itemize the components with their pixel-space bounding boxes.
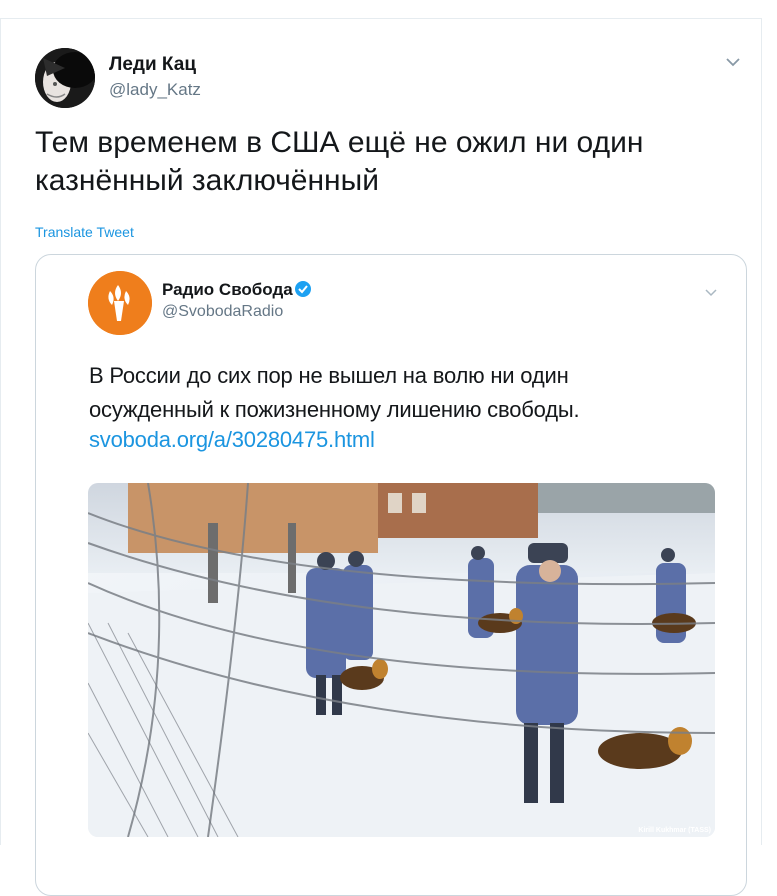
quoted-tweet-text: В России до сих пор не вышел на волю ни … bbox=[89, 363, 580, 422]
quoted-tweet[interactable]: Радио Свобода @SvobodaRadio В России до … bbox=[35, 254, 747, 896]
chevron-down-icon[interactable] bbox=[704, 285, 718, 299]
tweet[interactable]: Леди Кац @lady_Katz Тем временем в США е… bbox=[0, 18, 762, 896]
chevron-down-icon[interactable] bbox=[725, 54, 741, 70]
quoted-author-name[interactable]: Радио Свобода bbox=[162, 280, 293, 300]
radio-svoboda-logo[interactable] bbox=[88, 271, 152, 335]
author-handle[interactable]: @lady_Katz bbox=[109, 80, 201, 100]
translate-tweet-link[interactable]: Translate Tweet bbox=[35, 224, 134, 240]
tweet-photo[interactable]: Kirill Kukhmar (TASS) bbox=[88, 483, 715, 837]
verified-badge-icon bbox=[294, 280, 312, 298]
tweet-text: Тем временем в США ещё не ожил ни один к… bbox=[35, 126, 644, 197]
previous-tweet-divider bbox=[0, 0, 762, 19]
avatar[interactable] bbox=[35, 48, 95, 108]
author-name[interactable]: Леди Кац bbox=[109, 54, 196, 76]
quoted-tweet-link[interactable]: svoboda.org/a/30280475.html bbox=[89, 427, 375, 453]
photo-credit: Kirill Kukhmar (TASS) bbox=[638, 827, 711, 834]
quoted-author-handle[interactable]: @SvobodaRadio bbox=[162, 303, 283, 321]
